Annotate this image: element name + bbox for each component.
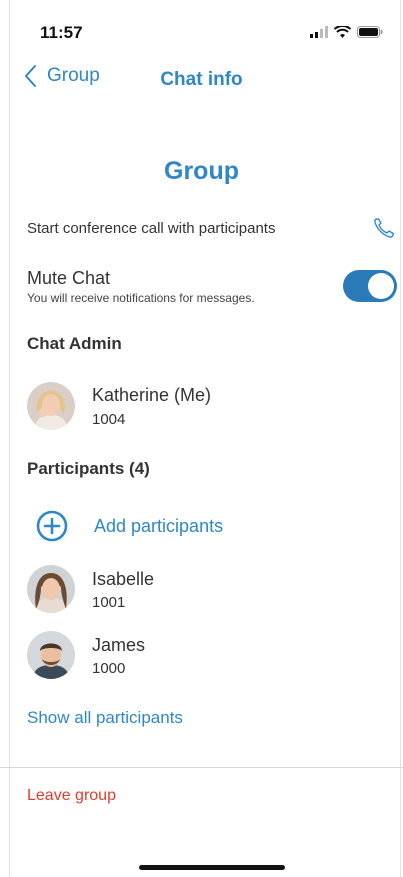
avatar-james: [27, 631, 75, 679]
participant-extension: 1000: [92, 660, 126, 677]
conference-call-label: Start conference call with participants: [27, 220, 276, 237]
status-icons: [310, 26, 383, 38]
add-participants-label: Add participants: [94, 515, 224, 536]
add-participants-button[interactable]: Add participants: [36, 510, 223, 542]
mute-chat-description: You will receive notifications for messa…: [27, 291, 255, 305]
divider: [0, 767, 403, 768]
phone-frame: [9, 0, 401, 877]
participants-heading: Participants (4): [27, 459, 150, 478]
signal-icon: [310, 26, 328, 38]
participant-extension: 1001: [92, 594, 126, 611]
group-name: Group: [164, 157, 239, 185]
home-indicator: [139, 865, 285, 870]
admin-name: Katherine (Me): [92, 385, 212, 405]
chat-admin-heading: Chat Admin: [27, 334, 122, 353]
participant-name: James: [92, 635, 146, 655]
avatar-katherine: [27, 382, 75, 430]
add-circle-icon: [36, 510, 68, 542]
show-all-participants-link[interactable]: Show all participants: [27, 708, 183, 728]
conference-call-button[interactable]: [372, 216, 396, 245]
wifi-icon: [334, 26, 351, 38]
mute-chat-toggle[interactable]: [343, 270, 397, 302]
participant-name: Isabelle: [92, 569, 155, 589]
toggle-knob: [368, 273, 394, 299]
admin-extension: 1004: [92, 411, 126, 428]
status-time: 11:57: [40, 23, 83, 42]
avatar-isabelle: [27, 565, 75, 613]
battery-icon: [357, 26, 383, 38]
mute-chat-label: Mute Chat: [27, 268, 111, 288]
leave-group-button[interactable]: Leave group: [27, 787, 116, 805]
page-title: Chat info: [160, 69, 243, 90]
phone-icon: [374, 218, 394, 238]
